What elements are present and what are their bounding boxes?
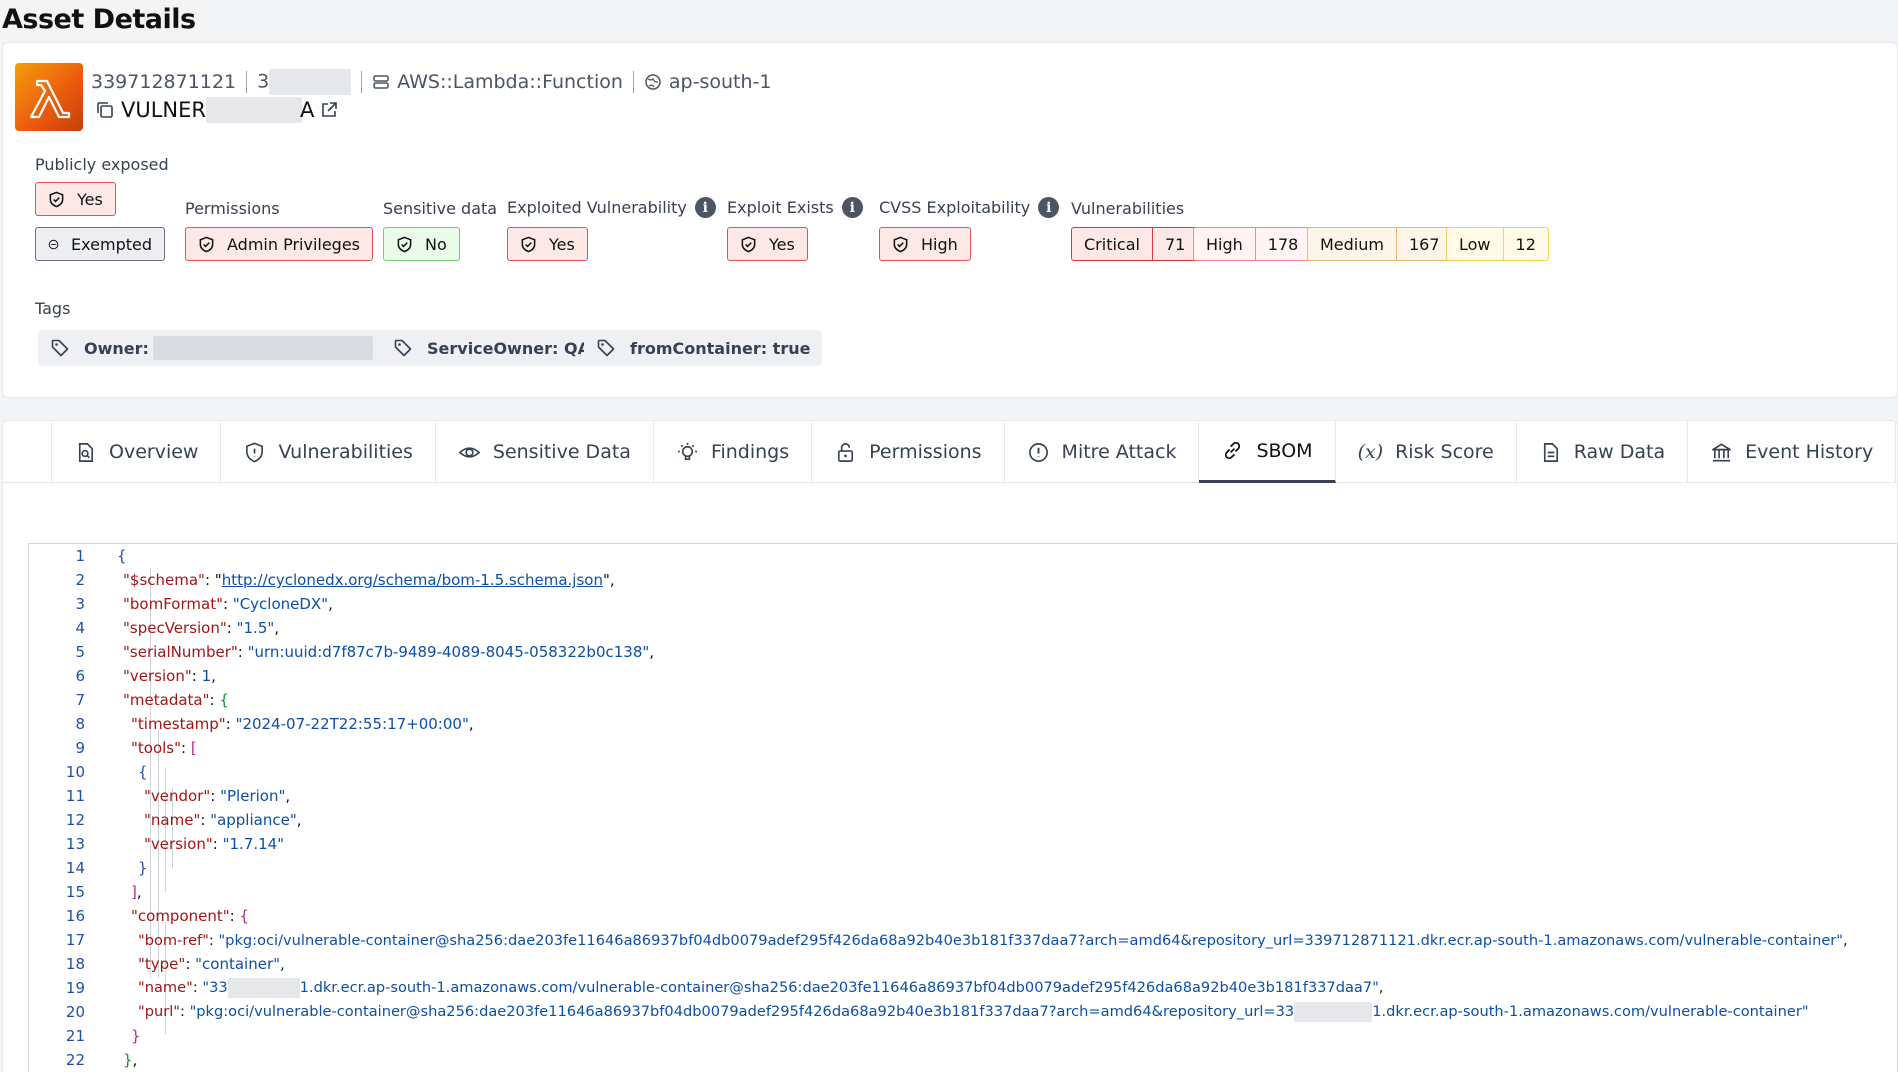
tab-vulnerabilities[interactable]: Vulnerabilities [221, 421, 436, 483]
exploit-exists-badge[interactable]: Yes [727, 227, 808, 261]
info-icon[interactable]: i [694, 197, 716, 218]
account-id: 339712871121 [91, 71, 237, 93]
tab-sbom[interactable]: SBOM [1199, 421, 1336, 483]
lambda-icon [15, 63, 83, 131]
code-line: 4 "specVersion": "1.5", [75, 619, 280, 637]
sensitive-data-badge[interactable]: No [383, 227, 460, 261]
tab-risk-score[interactable]: (x) Risk Score [1336, 421, 1517, 483]
exploited-vulnerability-label: Exploited Vulnerability i [507, 197, 716, 218]
code-line: 13 "version": "1.7.14" [65, 835, 285, 853]
tag-from-container[interactable]: fromContainer: true [584, 330, 823, 366]
sensitive-data-label: Sensitive data [383, 199, 498, 218]
shield-icon [741, 236, 756, 252]
permissions-badge[interactable]: Admin Privileges [185, 227, 374, 261]
code-line: 8 "timestamp": "2024-07-22T22:55:17+00:00… [75, 715, 474, 733]
publicly-exposed-badge[interactable]: Yes [35, 182, 116, 216]
account-name: 3 [257, 69, 352, 95]
tag-icon [597, 339, 615, 357]
code-line: 10{ [65, 763, 148, 781]
exploited-vulnerability-badge[interactable]: Yes [507, 227, 588, 261]
tag-icon [51, 339, 69, 357]
region: ap-south-1 [644, 71, 771, 93]
globe-icon [645, 74, 661, 90]
shield-icon [49, 191, 64, 207]
code-line: 16 "component": { [65, 907, 250, 925]
overview-icon [78, 442, 94, 462]
shield-icon [199, 236, 214, 252]
code-line: 11 "vendor": "Plerion", [65, 787, 291, 805]
medium-count-badge[interactable]: Medium 167 [1307, 227, 1453, 261]
tab-permissions[interactable]: Permissions [812, 421, 1005, 483]
code-line: 2 "$schema": "http://cyclonedx.org/schema… [75, 571, 615, 589]
publicly-exposed-label: Publicly exposed [35, 155, 169, 174]
cvss-exploitability-badge[interactable]: High [879, 227, 971, 261]
code-line: 20 "purl": "pkg:oci/vulnerable-container@… [65, 1002, 1809, 1022]
exploit-exists-label: Exploit Exists i [727, 197, 863, 218]
info-icon[interactable]: i [841, 197, 863, 218]
low-count-badge[interactable]: Low 12 [1446, 227, 1549, 261]
lock-icon [838, 442, 854, 462]
tab-mitre-attack[interactable]: Mitre Attack [1005, 421, 1200, 483]
tag-service-owner[interactable]: ServiceOwner: QA [381, 330, 602, 366]
sbom-code-viewer[interactable]: 1{ 2 "$schema": "http://cyclonedx.org/sch… [28, 543, 1898, 1072]
high-count-badge[interactable]: High 178 [1193, 227, 1312, 261]
schema-link[interactable]: http://cyclonedx.org/schema/bom-1.5.sche… [222, 571, 603, 589]
code-line: 19 "name": "33 1.dkr.ecr.ap-south-1.amazon… [65, 978, 1384, 998]
asset-name: VULNER A [95, 97, 338, 123]
cvss-exploitability-label: CVSS Exploitability i [879, 197, 1060, 218]
code-line: 12 "name": "appliance", [65, 811, 302, 829]
code-line: 7 "metadata": { [75, 691, 229, 709]
permissions-label: Permissions [185, 199, 280, 218]
tab-raw-data[interactable]: Raw Data [1517, 421, 1689, 483]
shield-icon [521, 236, 536, 252]
tag-owner[interactable]: Owner: [38, 330, 385, 366]
tag-icon [394, 339, 412, 357]
function-icon: (x) [1357, 441, 1384, 463]
code-line: 14} [65, 859, 148, 877]
alert-circle-icon [1028, 442, 1048, 462]
tab-sensitive-data[interactable]: Sensitive Data [436, 421, 654, 483]
asset-meta: 339712871121 3 AWS::Lambda::Function ap-… [91, 69, 771, 95]
shield-icon [893, 236, 908, 252]
copy-icon[interactable] [95, 100, 115, 120]
tags-label: Tags [35, 299, 71, 318]
code-line: 15], [65, 883, 142, 901]
page-title: Asset Details [2, 4, 196, 35]
minus-circle-icon [48, 239, 59, 249]
critical-count-badge[interactable]: Critical 71 [1071, 227, 1199, 261]
shield-icon [397, 236, 412, 252]
tab-event-history[interactable]: Event History [1688, 421, 1897, 483]
code-line: 9 "tools": [ [75, 739, 197, 757]
code-line: 3 "bomFormat": "CycloneDX", [75, 595, 333, 613]
code-line: 6 "version": 1, [75, 667, 216, 685]
bank-icon [1712, 443, 1732, 461]
lightbulb-icon [677, 442, 698, 460]
tab-overview[interactable]: Overview [51, 421, 222, 483]
document-icon [1543, 442, 1558, 462]
code-line: 22}, [65, 1051, 138, 1069]
code-line: 17 "bom-ref": "pkg:oci/vulnerable-contain… [65, 931, 1848, 949]
code-line: 18 "type": "container", [65, 955, 285, 973]
code-line: 1{ [75, 547, 127, 565]
vulnerabilities-label: Vulnerabilities [1071, 199, 1185, 218]
exempted-badge[interactable]: Exempted [35, 227, 165, 261]
code-line: 21} [65, 1027, 141, 1045]
shield-icon [246, 442, 264, 462]
server-icon [373, 75, 389, 89]
link-icon [1225, 441, 1241, 460]
external-link-icon[interactable] [320, 101, 338, 119]
eye-icon [458, 446, 481, 458]
resource-type: AWS::Lambda::Function [372, 71, 623, 93]
tab-bar: Overview Vulnerabilities Sensitive Data … [51, 421, 1897, 483]
tab-findings[interactable]: Findings [654, 421, 813, 483]
code-line: 5 "serialNumber": "urn:uuid:d7f87c7b-9489… [75, 643, 655, 661]
info-icon[interactable]: i [1038, 197, 1060, 218]
